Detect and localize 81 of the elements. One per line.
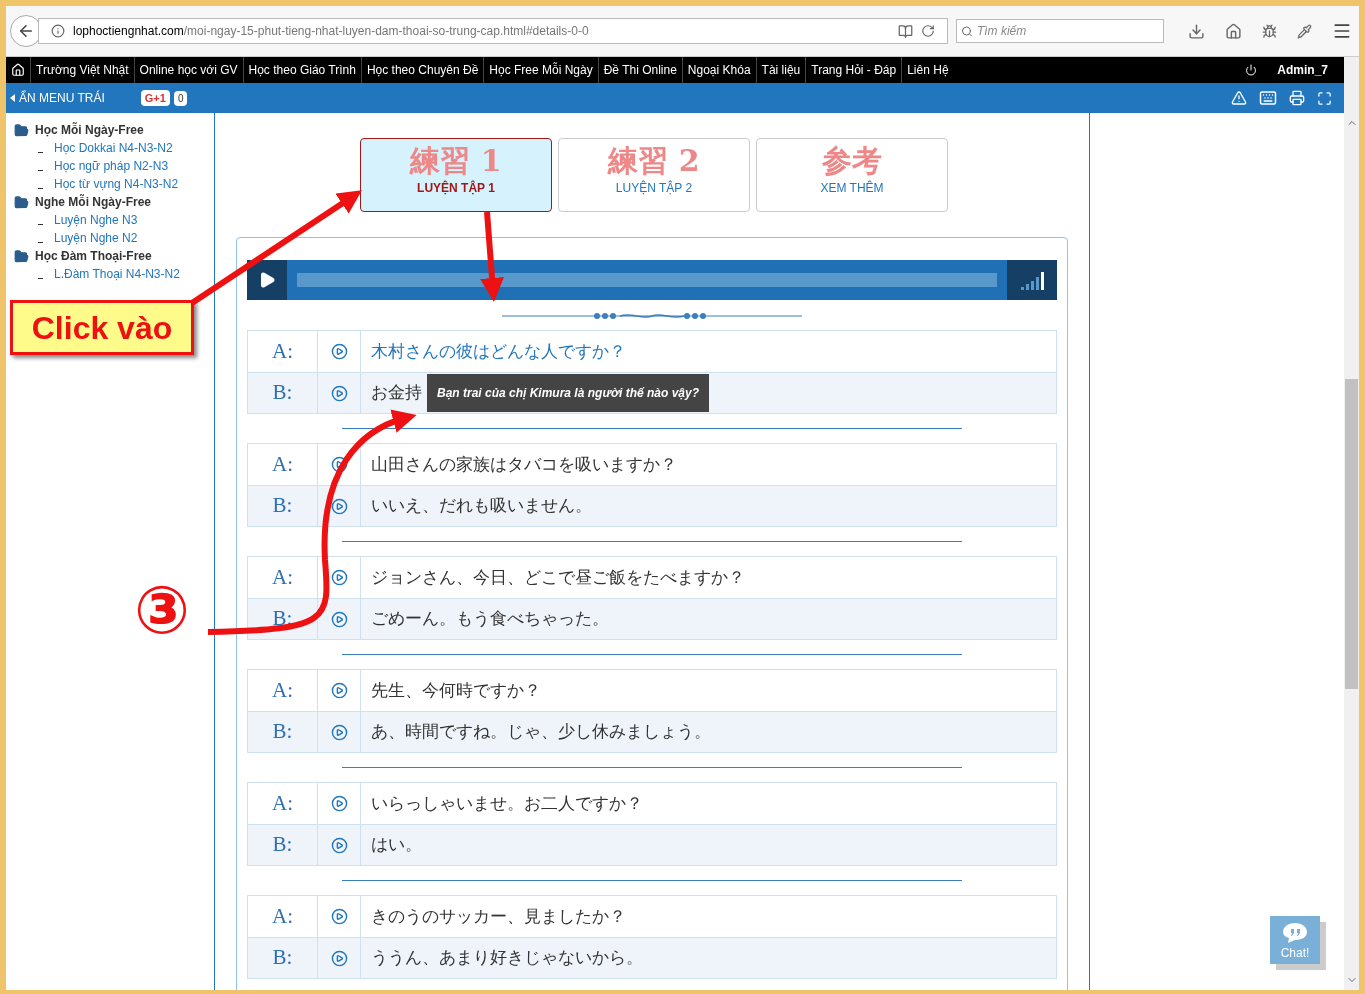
menu-icon[interactable] bbox=[1332, 21, 1352, 41]
play-icon[interactable] bbox=[330, 908, 348, 925]
sidebar-link[interactable]: L.Đàm Thoại N4-N3-N2 bbox=[54, 265, 180, 283]
speaker-label: B: bbox=[248, 938, 318, 978]
lesson-tab[interactable]: 参考 XEM THÊM bbox=[756, 138, 948, 212]
play-icon[interactable] bbox=[330, 497, 348, 515]
volume-icon[interactable] bbox=[1007, 260, 1057, 300]
print-icon[interactable] bbox=[1289, 90, 1305, 106]
sidebar-link[interactable]: Học từ vựng N4-N3-N2 bbox=[54, 175, 179, 193]
power-icon[interactable] bbox=[1245, 64, 1258, 76]
dialogue-text: いらっしゃいませ。お二人ですか？ bbox=[371, 792, 643, 815]
play-icon[interactable] bbox=[330, 569, 348, 586]
fullscreen-icon[interactable] bbox=[1317, 90, 1332, 106]
reload-icon[interactable] bbox=[921, 24, 935, 38]
warning-icon[interactable] bbox=[1231, 90, 1247, 106]
dash-icon bbox=[38, 223, 43, 225]
gplus-count: 0 bbox=[173, 90, 188, 106]
dash-icon bbox=[38, 169, 43, 171]
folder-icon bbox=[14, 194, 29, 210]
folder-icon bbox=[14, 122, 29, 138]
play-icon[interactable] bbox=[330, 610, 348, 628]
gplus-button[interactable]: G+1 bbox=[140, 89, 170, 107]
progress-track[interactable] bbox=[297, 273, 997, 287]
dialogue-text: 先生、今何時ですか？ bbox=[371, 679, 541, 702]
dialogue-text: きのうのサッカー、見ましたか？ bbox=[371, 905, 626, 928]
dialogue-text: 山田さんの家族はタバコを吸いますか？ bbox=[371, 453, 677, 476]
sidebar-heading[interactable]: Nghe Mỗi Ngày-Free bbox=[35, 193, 151, 211]
play-icon[interactable] bbox=[330, 682, 348, 699]
pipette-icon[interactable] bbox=[1297, 23, 1312, 39]
dialogue-text: あ、時間ですね。じゃ、少し休みましょう。 bbox=[371, 721, 711, 744]
play-icon[interactable] bbox=[330, 723, 348, 741]
url-text: lophoctiengnhat.com/moi-ngay-15-phut-tieng-nhat-luyen-dam-thoai-so-trung-cap.html#details-0-0 bbox=[73, 23, 590, 40]
sidebar-link[interactable]: Học Dokkai N4-N3-N2 bbox=[54, 139, 173, 157]
dialogue-text: いいえ、だれも吸いません。 bbox=[371, 495, 592, 518]
sidebar-heading[interactable]: Học Đàm Thoại-Free bbox=[35, 247, 152, 265]
info-icon bbox=[51, 24, 65, 38]
play-icon[interactable] bbox=[330, 949, 348, 967]
user-name[interactable]: Admin_7 bbox=[1277, 61, 1328, 79]
dialogue-text: はい。 bbox=[371, 834, 422, 857]
callout-label: Click vào bbox=[10, 300, 194, 355]
play-icon[interactable] bbox=[330, 836, 348, 854]
search-field[interactable]: Tìm kiếm bbox=[976, 22, 1159, 40]
address-field[interactable]: lophoctiengnhat.com/moi-ngay-15-phut-tieng-nhat-luyen-dam-thoai-so-trung-cap.html#details-0-0 bbox=[38, 18, 948, 44]
caret-icon bbox=[10, 94, 15, 102]
sidebar-heading[interactable]: Học Mỗi Ngày-Free bbox=[35, 121, 144, 139]
dash-icon bbox=[38, 151, 43, 153]
folder-icon bbox=[14, 248, 29, 264]
reader-icon[interactable] bbox=[898, 23, 913, 39]
lesson-tab[interactable]: 練習 2 LUYỆN TẬP 2 bbox=[558, 138, 750, 212]
translation-tooltip: Bạn trai của chị Kimura là người thế nào vậy? bbox=[427, 374, 710, 412]
dialogue-text: ジョンさん、今日、どこで昼ご飯をたべますか？ bbox=[371, 566, 745, 589]
play-icon[interactable] bbox=[330, 795, 348, 812]
lesson-tab[interactable]: 練習 1 LUYỆN TẬP 1 bbox=[360, 138, 552, 212]
hide-menu-button[interactable]: ẨN MENU TRÁI bbox=[6, 89, 105, 107]
speaker-label: B: bbox=[248, 712, 318, 752]
play-icon[interactable] bbox=[330, 456, 348, 473]
dialogue-text: お金持 bbox=[371, 382, 422, 405]
speaker-label: B: bbox=[248, 599, 318, 639]
keyboard-icon[interactable] bbox=[1259, 89, 1277, 107]
dash-icon bbox=[38, 277, 43, 279]
sidebar-link[interactable]: Học ngữ pháp N2-N3 bbox=[54, 157, 169, 175]
dialogue-text: 木村さんの彼はどんな人ですか？ bbox=[371, 340, 626, 363]
sidebar-link[interactable]: Luyện Nghe N2 bbox=[54, 229, 138, 247]
play-icon bbox=[258, 271, 276, 289]
bug-icon[interactable] bbox=[1262, 23, 1277, 39]
search-icon bbox=[961, 24, 973, 38]
speaker-label: B: bbox=[248, 825, 318, 865]
step-number: ③ bbox=[134, 578, 190, 644]
play-icon[interactable] bbox=[330, 384, 348, 402]
dash-icon bbox=[38, 241, 43, 243]
dash-icon bbox=[38, 187, 43, 189]
dialogue-text: ううん、あまり好きじゃないから。 bbox=[371, 947, 643, 970]
speaker-label: B: bbox=[248, 486, 318, 526]
search-box[interactable]: Tìm kiếm bbox=[956, 19, 1164, 43]
download-icon[interactable] bbox=[1188, 22, 1205, 40]
play-icon[interactable] bbox=[330, 343, 348, 360]
play-button[interactable] bbox=[247, 260, 287, 300]
sidebar-link[interactable]: Luyện Nghe N3 bbox=[54, 211, 138, 229]
speaker-label: B: bbox=[248, 373, 318, 413]
dialogue-text: ごめーん。もう食べちゃった。 bbox=[371, 608, 609, 631]
speech-bubble-icon bbox=[1282, 922, 1308, 944]
